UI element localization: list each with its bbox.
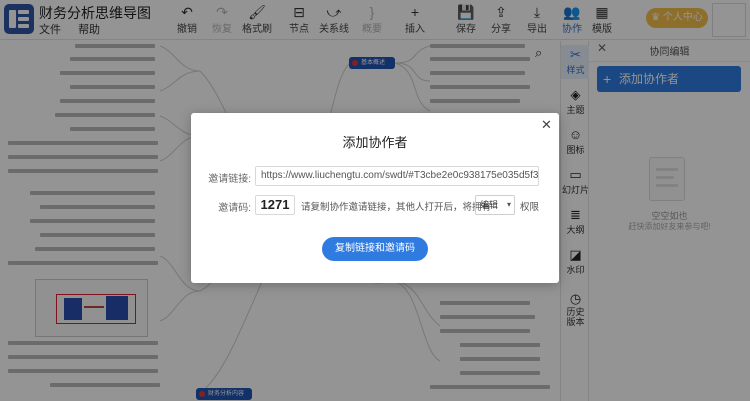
dialog-title: 添加协作者 — [342, 135, 408, 150]
add-collaborator-dialog: 添加协作者 ✕ 邀请链接: https://www.liuchengtu.com… — [191, 113, 559, 283]
chevron-down-icon: ▾ — [506, 200, 511, 209]
copy-link-and-code-button[interactable]: 复制链接和邀请码 — [322, 237, 428, 261]
permission-suffix: 权限 — [520, 202, 540, 213]
invite-code-label: 邀请码: — [218, 203, 251, 214]
invite-link-label: 邀请链接: — [208, 174, 251, 185]
invite-link-field[interactable]: https://www.liuchengtu.com/swdt/#T3cbe2e… — [255, 166, 539, 186]
permission-select[interactable]: 编辑 ▾ — [475, 195, 515, 215]
close-icon[interactable]: ✕ — [541, 117, 552, 133]
invite-code-value[interactable]: 1271 — [255, 195, 295, 215]
permission-hint: 请复制协作邀请链接，其他人打开后，将拥有 — [301, 202, 492, 213]
permission-value: 编辑 — [480, 200, 499, 210]
